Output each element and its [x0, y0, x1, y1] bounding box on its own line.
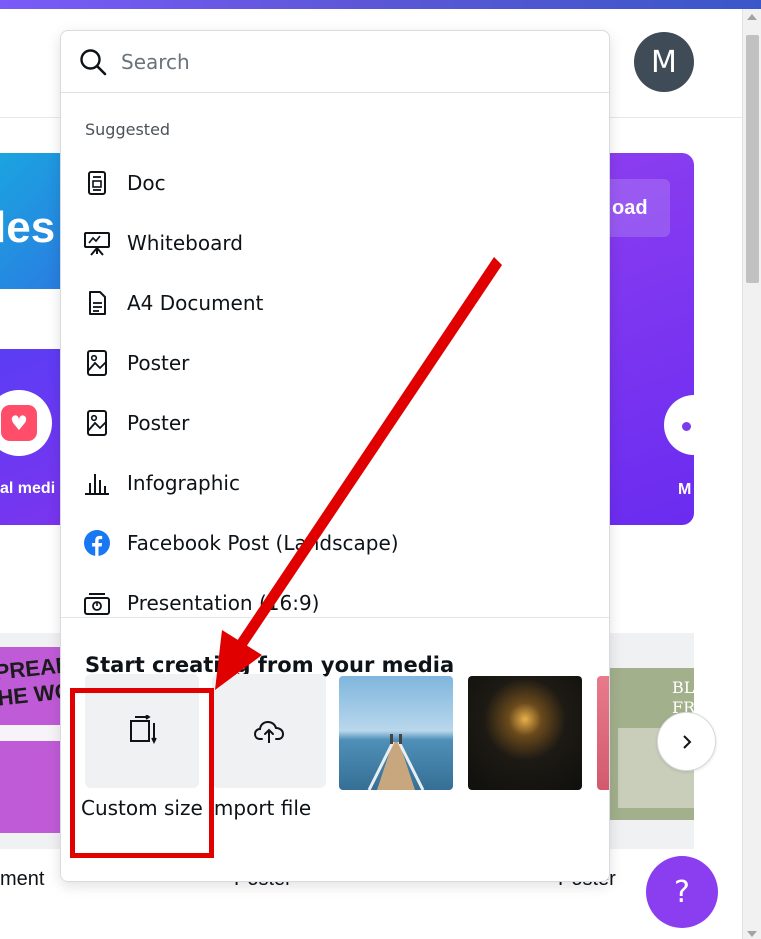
suggestion-label: Doc — [127, 171, 166, 195]
poster-icon — [87, 410, 107, 436]
thumbnail-headline: PREAD HE WOR — [0, 651, 62, 711]
suggestion-poster-2[interactable]: Poster — [61, 393, 609, 453]
custom-size-button[interactable]: Custom size — [81, 674, 203, 820]
suggested-heading: Suggested — [85, 120, 171, 139]
hero-banner-left: les — [0, 153, 64, 289]
suggestion-facebook-post[interactable]: Facebook Post (Landscape) — [61, 513, 609, 573]
suggestion-label: Poster — [127, 411, 190, 435]
media-photo-partial[interactable] — [597, 676, 609, 790]
scroll-down-arrow-icon[interactable] — [747, 931, 757, 937]
suggestion-label: Infographic — [127, 471, 240, 495]
help-button[interactable]: ? — [646, 856, 718, 928]
import-file-button[interactable]: Import file — [208, 674, 326, 820]
presentation-icon — [84, 593, 110, 615]
upload-button[interactable]: oad — [600, 179, 670, 237]
suggestion-label: Presentation (16:9) — [127, 591, 320, 615]
suggestion-poster[interactable]: Poster — [61, 333, 609, 393]
thumbnail-stats-bar — [0, 725, 62, 741]
category-label-right: M — [678, 481, 692, 498]
doc-icon — [88, 171, 106, 195]
document-icon — [89, 291, 106, 315]
heart-icon: ♥ — [1, 405, 37, 441]
chevron-right-icon — [682, 734, 691, 749]
avatar[interactable]: M — [634, 32, 694, 92]
suggestion-a4-document[interactable]: A4 Document — [61, 273, 609, 333]
next-button[interactable] — [657, 712, 716, 771]
cloud-upload-icon — [253, 720, 285, 743]
custom-size-tile — [85, 674, 199, 788]
search-bar — [61, 31, 609, 93]
whiteboard-icon — [84, 232, 110, 256]
suggestion-label: Facebook Post (Landscape) — [127, 531, 399, 555]
social-media-label: al medi — [0, 480, 56, 497]
suggestion-infographic[interactable]: Infographic — [61, 453, 609, 513]
search-input[interactable] — [121, 45, 591, 79]
pier-image — [367, 734, 425, 790]
upload-button-label: oad — [612, 196, 648, 219]
template-thumbnail-left[interactable]: PREAD HE WOR — [0, 647, 62, 833]
suggestion-label: A4 Document — [127, 291, 264, 315]
category-circle-right — [664, 395, 724, 455]
media-photo-pier[interactable] — [339, 676, 453, 790]
avatar-initial: M — [651, 44, 677, 80]
suggestion-whiteboard[interactable]: Whiteboard — [61, 213, 609, 273]
search-icon — [80, 49, 107, 76]
help-label: ? — [674, 874, 690, 910]
custom-size-label: Custom size — [81, 796, 203, 820]
poster-icon — [87, 350, 107, 376]
template-label-document: ment — [0, 868, 45, 890]
scrollbar-thumb[interactable] — [746, 35, 759, 283]
resize-icon — [130, 715, 157, 745]
facebook-icon — [84, 530, 110, 556]
suggestion-doc[interactable]: Doc — [61, 153, 609, 213]
infographic-icon — [85, 474, 109, 495]
dot-icon — [682, 422, 691, 431]
scroll-up-arrow-icon[interactable] — [747, 14, 757, 20]
top-gradient-bar — [0, 0, 761, 9]
page-scrollbar[interactable] — [742, 9, 761, 939]
media-photo-sunset[interactable] — [468, 676, 582, 790]
suggestion-label: Whiteboard — [127, 231, 243, 255]
hero-banner-text: les — [0, 203, 56, 252]
suggestion-label: Poster — [127, 351, 190, 375]
import-file-label: Import file — [208, 796, 312, 820]
import-file-tile — [212, 674, 326, 788]
